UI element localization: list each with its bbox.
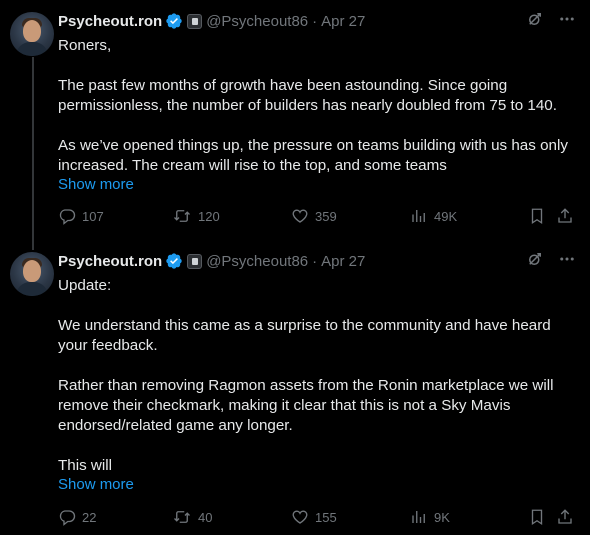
user-handle[interactable]: @Psycheout86 (206, 253, 308, 270)
tweet-top-actions (526, 10, 576, 28)
like-count: 359 (315, 208, 337, 224)
grok-icon[interactable] (526, 250, 544, 268)
views-count: 49K (434, 208, 458, 224)
tweet-text: Roners, The past few months of growth ha… (58, 36, 580, 176)
more-icon[interactable] (558, 10, 576, 28)
tweet-paragraph: Rather than removing Ragmon assets from … (58, 377, 554, 434)
share-button[interactable] (556, 508, 574, 526)
retweet-button[interactable]: 120 (172, 207, 220, 225)
tweet-paragraph: This will (58, 457, 113, 474)
retweet-button[interactable]: 40 (172, 508, 212, 526)
more-icon[interactable] (558, 250, 576, 268)
views-button[interactable]: 9K (410, 508, 450, 526)
views-button[interactable]: 49K (410, 207, 457, 225)
tweet-paragraph: Roners, (58, 37, 112, 54)
share-icon (556, 508, 574, 526)
tweet-text: Update: We understand this came as a sur… (58, 276, 580, 476)
separator-dot: · (312, 12, 318, 30)
separator-dot: · (312, 252, 318, 270)
verified-badge-icon[interactable] (165, 252, 183, 270)
share-icon (556, 207, 574, 225)
views-icon (410, 207, 428, 225)
reply-icon (58, 207, 76, 225)
reply-count: 22 (82, 509, 97, 525)
verified-badge-icon[interactable] (165, 12, 183, 30)
show-more-link[interactable]: Show more (58, 176, 134, 193)
views-icon (410, 508, 428, 526)
retweet-count: 120 (198, 208, 220, 224)
share-button[interactable] (556, 207, 574, 225)
grok-icon[interactable] (526, 10, 544, 28)
action-bar: 22 40 155 9K (58, 508, 580, 528)
avatar[interactable] (10, 252, 54, 296)
like-button[interactable]: 155 (291, 508, 337, 526)
display-name[interactable]: Psycheout.ron (58, 13, 162, 30)
tweet-top-actions (526, 250, 576, 268)
tweet-header: Psycheout.ron @Psycheout86 · Apr 27 (58, 251, 365, 271)
user-handle[interactable]: @Psycheout86 (206, 13, 308, 30)
tweet[interactable]: Psycheout.ron @Psycheout86 · Apr 27 Rone… (0, 0, 590, 250)
affiliate-badge-icon[interactable] (187, 253, 203, 269)
tweet-paragraph: Update: (58, 277, 112, 294)
tweet-paragraph: We understand this came as a surprise to… (58, 317, 551, 354)
show-more-link[interactable]: Show more (58, 476, 134, 493)
tweet-paragraph: The past few months of growth have been … (58, 77, 557, 114)
like-icon (291, 508, 309, 526)
tweet-date[interactable]: Apr 27 (321, 13, 365, 30)
tweet-paragraph: As we’ve opened things up, the pressure … (58, 137, 568, 174)
tweet-date[interactable]: Apr 27 (321, 253, 365, 270)
bookmark-button[interactable] (528, 508, 546, 526)
views-count: 9K (434, 509, 450, 525)
thread-line (32, 57, 34, 250)
tweet-header: Psycheout.ron @Psycheout86 · Apr 27 (58, 11, 365, 31)
reply-button[interactable]: 107 (58, 207, 104, 225)
bookmark-icon (528, 207, 546, 225)
retweet-count: 40 (198, 509, 213, 525)
bookmark-button[interactable] (528, 207, 546, 225)
retweet-icon (172, 207, 192, 225)
reply-count: 107 (82, 208, 104, 224)
avatar[interactable] (10, 12, 54, 56)
affiliate-badge-icon[interactable] (187, 13, 203, 29)
reply-icon (58, 508, 76, 526)
reply-button[interactable]: 22 (58, 508, 96, 526)
like-icon (291, 207, 309, 225)
display-name[interactable]: Psycheout.ron (58, 253, 162, 270)
like-count: 155 (315, 509, 337, 525)
bookmark-icon (528, 508, 546, 526)
like-button[interactable]: 359 (291, 207, 337, 225)
action-bar: 107 120 359 49K (58, 207, 580, 227)
retweet-icon (172, 508, 192, 526)
